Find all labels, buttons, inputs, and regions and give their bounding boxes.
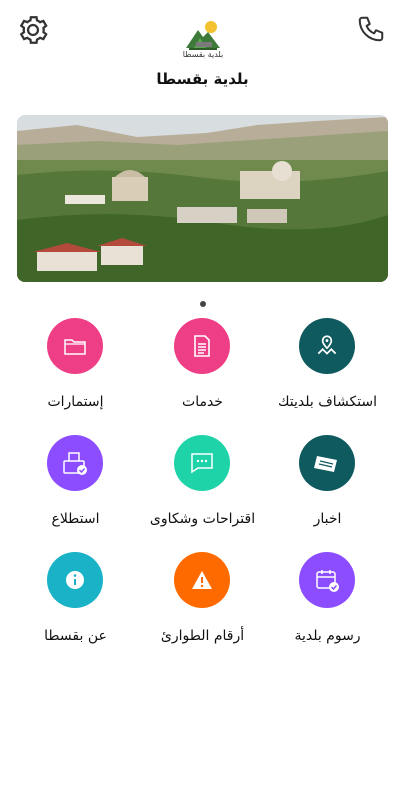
warning-icon	[174, 552, 230, 608]
folder-icon	[47, 318, 103, 374]
tile-label: خدمات	[182, 394, 223, 410]
tile-label: اخبار	[313, 511, 342, 527]
tile-forms[interactable]: إستمارات	[13, 318, 138, 428]
map-pin-icon	[299, 318, 355, 374]
tile-suggestions-complaints[interactable]: اقتراحات وشكاوى	[140, 435, 265, 545]
tile-label: اقتراحات وشكاوى	[149, 511, 256, 527]
tile-services[interactable]: خدمات	[140, 318, 265, 428]
calendar-check-icon	[299, 552, 355, 608]
tile-label: عن بقسطا	[44, 628, 107, 644]
tile-label: أرقام الطوارئ	[160, 628, 245, 644]
tile-about-baqsta[interactable]: عن بقسطا	[13, 552, 138, 662]
tile-municipal-fees[interactable]: رسوم بلدية	[265, 552, 390, 662]
info-icon	[47, 552, 103, 608]
carousel-indicator	[0, 292, 405, 311]
tile-news[interactable]: اخبار	[265, 435, 390, 545]
tile-emergency-numbers[interactable]: أرقام الطوارئ	[140, 552, 265, 662]
ballot-box-icon	[47, 435, 103, 491]
tile-explore-municipality[interactable]: استكشاف بلديتك	[265, 318, 390, 428]
tile-label: استطلاع	[51, 511, 100, 527]
gear-icon[interactable]	[16, 13, 50, 47]
logo-caption: بلدية بقسطا	[182, 50, 224, 59]
town-landscape-image	[17, 115, 388, 282]
town-photo-carousel[interactable]	[17, 115, 388, 282]
page-title: بلدية بقسطا	[156, 70, 249, 88]
tile-survey[interactable]: استطلاع	[13, 435, 138, 545]
newspaper-icon	[299, 435, 355, 491]
document-icon	[174, 318, 230, 374]
tile-label: رسوم بلدية	[294, 628, 361, 644]
chat-icon	[174, 435, 230, 491]
tile-label: استكشاف بلديتك	[277, 394, 378, 410]
top-bar: بلدية بقسطا بلدية بقسطا	[0, 0, 405, 100]
tile-label: إستمارات	[47, 394, 104, 410]
carousel-dot[interactable]	[199, 301, 206, 307]
phone-icon[interactable]	[356, 14, 386, 44]
